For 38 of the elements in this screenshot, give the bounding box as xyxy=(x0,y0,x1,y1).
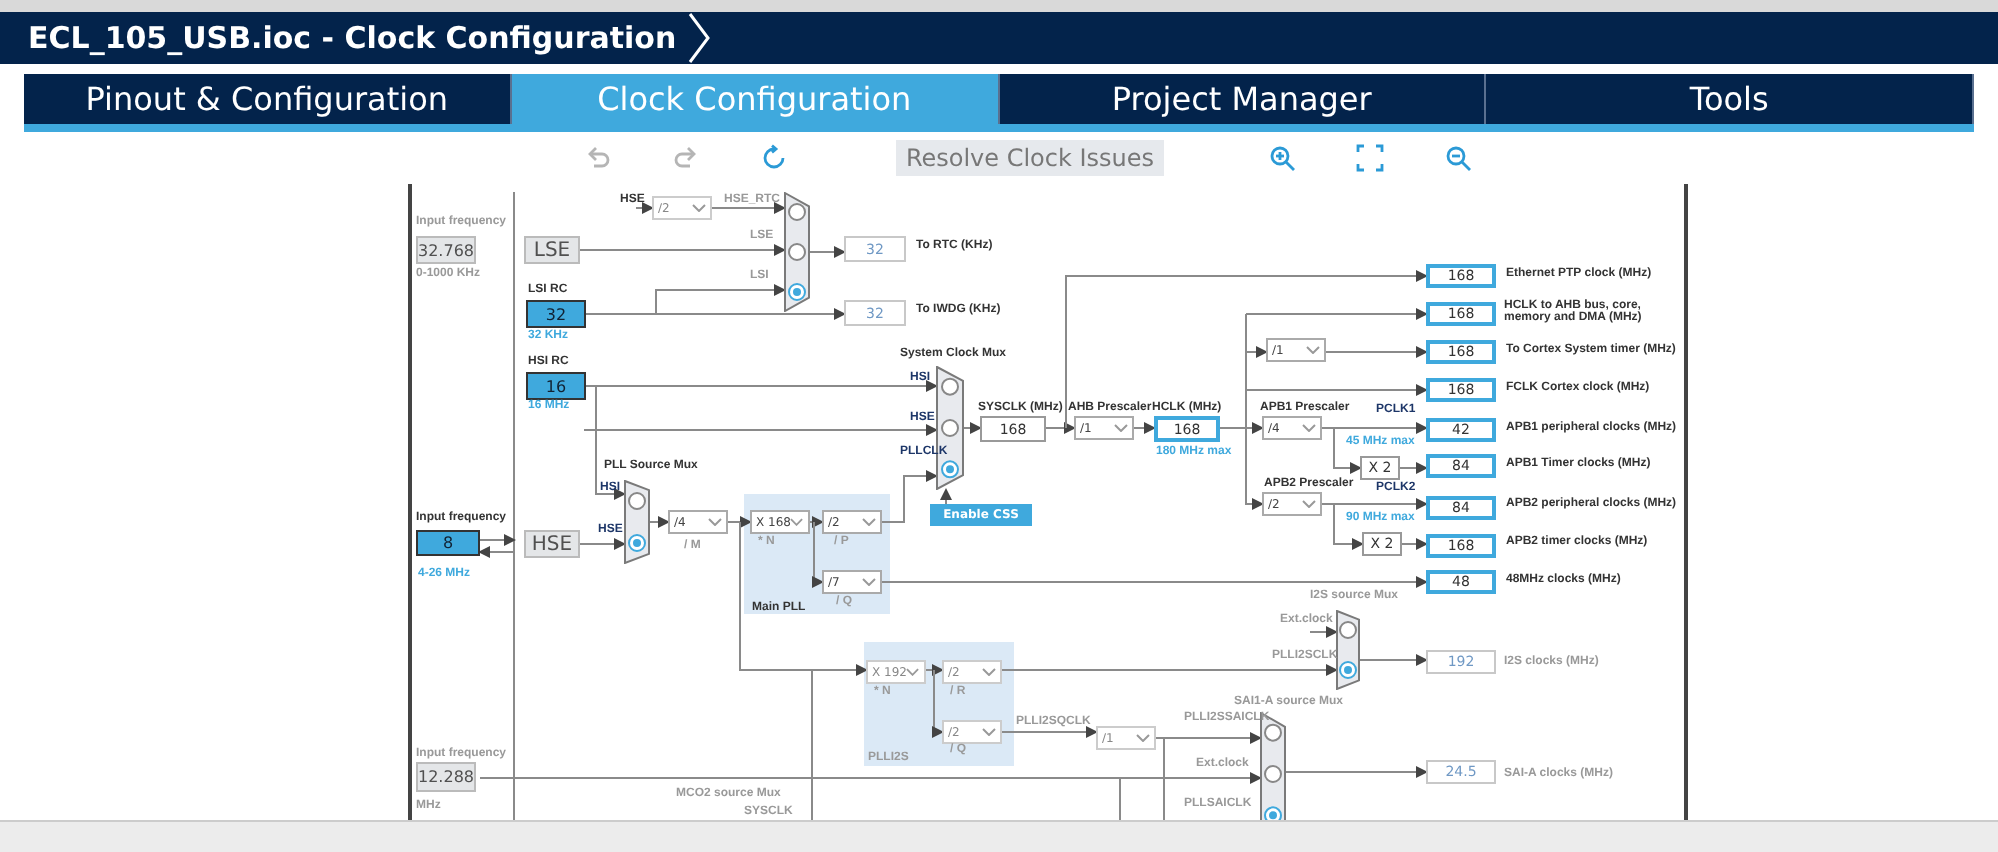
refresh-icon[interactable] xyxy=(760,144,788,172)
caret-icon xyxy=(982,728,996,736)
radio-button[interactable] xyxy=(941,460,959,479)
caret-icon xyxy=(1136,734,1150,742)
caret-icon xyxy=(906,668,920,676)
caret-icon xyxy=(862,578,876,586)
clock-source-box: 16 xyxy=(526,372,586,400)
caret-icon xyxy=(790,518,804,526)
caret-icon xyxy=(708,518,722,526)
radio-button[interactable] xyxy=(788,203,806,221)
radio-button[interactable] xyxy=(788,283,806,301)
radio-button[interactable] xyxy=(628,534,646,552)
clock-source-box: LSE xyxy=(524,236,580,264)
caret-icon xyxy=(692,204,706,212)
radio-button[interactable] xyxy=(1264,765,1282,783)
chevron-icon xyxy=(688,12,713,64)
frequency-input[interactable]: 8 xyxy=(416,530,480,556)
radio-button[interactable] xyxy=(1339,661,1357,679)
window-title: ECL_105_USB.ioc - Clock Configuration xyxy=(28,20,677,56)
caret-icon xyxy=(1302,500,1316,508)
caret-icon xyxy=(1114,424,1128,432)
clock-source-box: HSE xyxy=(524,530,580,558)
clock-source-box: 32 xyxy=(526,300,586,328)
caret-icon xyxy=(862,518,876,526)
zoom-out-icon[interactable] xyxy=(1444,144,1472,172)
radio-button[interactable] xyxy=(1339,621,1357,639)
radio-button[interactable] xyxy=(788,243,806,261)
frequency-input[interactable]: 32.768 xyxy=(416,236,476,264)
radio-button[interactable] xyxy=(941,419,959,437)
zoom-in-icon[interactable] xyxy=(1268,144,1296,172)
fit-screen-icon[interactable] xyxy=(1356,144,1384,172)
frequency-input[interactable]: 12.288 xyxy=(416,762,476,792)
radio-button[interactable] xyxy=(941,377,959,396)
radio-button[interactable] xyxy=(628,492,646,510)
caret-icon xyxy=(982,668,996,676)
caret-icon xyxy=(1306,346,1320,354)
radio-button[interactable] xyxy=(1264,723,1282,742)
caret-icon xyxy=(1302,424,1316,432)
